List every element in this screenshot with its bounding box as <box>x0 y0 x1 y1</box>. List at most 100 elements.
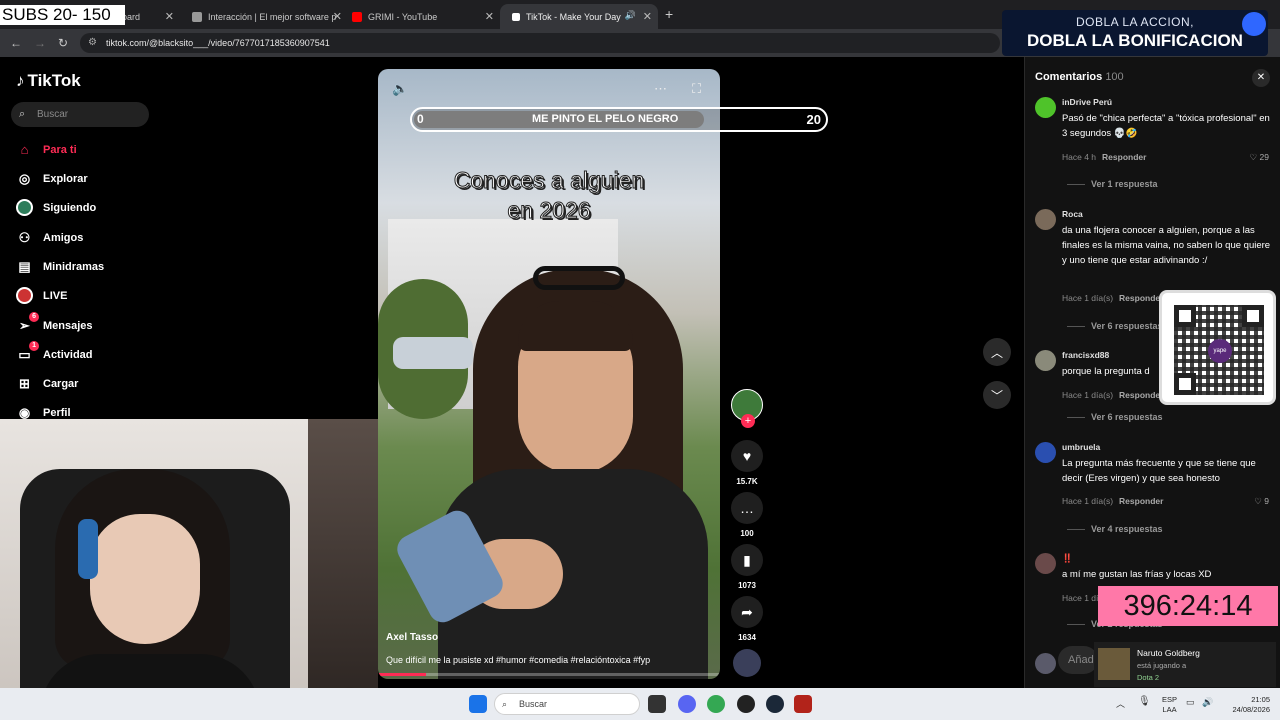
heart-icon[interactable]: ♥ <box>731 440 763 472</box>
network-icon[interactable]: ▭ <box>1186 697 1195 708</box>
chrome-icon[interactable] <box>707 695 725 713</box>
avatar[interactable] <box>1035 209 1056 230</box>
comment-like[interactable]: ♡ 29 <box>1250 152 1269 163</box>
comment-icon[interactable]: … <box>731 492 763 524</box>
tiktok-logo[interactable]: ♪ TikTok <box>16 71 81 91</box>
new-tab-icon[interactable]: + <box>665 6 673 22</box>
comment-user[interactable]: inDrive Perú <box>1062 97 1112 107</box>
comment-user[interactable]: umbruela <box>1062 442 1100 452</box>
close-icon[interactable]: ✕ <box>643 10 652 23</box>
url-input[interactable]: ⚙ tiktok.com/@blacksito___/video/7677017… <box>80 33 1000 53</box>
video-author[interactable]: Axel Tasso <box>386 632 438 643</box>
comment-user[interactable]: ‼️ <box>1062 553 1073 564</box>
goal-low: 0 <box>417 112 424 126</box>
reply-button[interactable]: Responder <box>1102 152 1146 162</box>
video-player[interactable]: 🔈 ⋯ ⛶ Conoces a alguien en 2026 Axel Tas… <box>378 69 720 679</box>
sidebar-item-mensajes[interactable]: ➢ 6 Mensajes <box>16 312 93 334</box>
tab-tiktok[interactable]: TikTok - Make Your Day 🔊 ✕ <box>500 4 658 29</box>
avatar[interactable] <box>1035 350 1056 371</box>
qr-finder <box>1174 305 1196 327</box>
next-video-button[interactable]: ﹀ <box>983 381 1011 409</box>
comment-action[interactable]: … 100 <box>731 492 763 538</box>
taskbar-search[interactable]: ⌕ Buscar <box>494 693 640 715</box>
game-notification[interactable]: Naruto Goldberg está jugando a Dota 2 <box>1094 642 1276 687</box>
more-options-icon[interactable]: ⋯ <box>654 81 667 97</box>
speaker-icon[interactable]: 🔊 <box>625 10 636 21</box>
comment-user[interactable]: Roca <box>1062 209 1083 219</box>
view-replies-button[interactable]: Ver 4 respuestas <box>1067 524 1163 534</box>
follow-plus-icon[interactable]: + <box>741 414 755 428</box>
comment-like[interactable]: ♡ 9 <box>1254 496 1269 507</box>
creator-avatar[interactable]: + <box>731 389 763 428</box>
sidebar-item-cargar[interactable]: ⊞ Cargar <box>16 375 78 392</box>
tab-youtube[interactable]: GRIMI - YouTube ✕ <box>340 4 500 29</box>
avatar[interactable] <box>1035 97 1056 118</box>
reply-button[interactable]: Responder <box>1119 496 1163 506</box>
comments-title: Comentarios 100 <box>1035 71 1124 83</box>
microphone-icon[interactable]: 🎙 <box>1138 696 1151 707</box>
reply-button[interactable]: Responder <box>1119 390 1163 400</box>
comment-item: umbruela La pregunta más frecuente y que… <box>1035 442 1275 542</box>
add-comment-input[interactable]: Añad <box>1058 646 1098 674</box>
subs-goal-overlay: SUBS 20- 150 <box>0 5 125 25</box>
tab-favicon-icon <box>192 11 202 22</box>
reply-button[interactable]: Responder <box>1119 293 1163 303</box>
like-action[interactable]: ♥ 15.7K <box>731 440 763 486</box>
clock-date: 24/08/2026 <box>1232 705 1270 714</box>
avatar[interactable] <box>1035 442 1056 463</box>
close-icon[interactable]: ✕ <box>485 10 494 23</box>
sidebar-item-amigos[interactable]: ⚇ Amigos <box>16 229 84 246</box>
system-clock[interactable]: 21:05 24/08/2026 <box>1226 695 1270 715</box>
sidebar-item-para-ti[interactable]: ⌂ Para ti <box>16 141 77 158</box>
search-input[interactable]: ⌕ Buscar <box>11 102 149 127</box>
comment-time: Hace 1 día(s) <box>1062 293 1114 303</box>
tray-chevron-icon[interactable]: ︿ <box>1116 697 1125 710</box>
comment-meta: Hace 4 h Responder <box>1062 152 1146 162</box>
chevron-up-icon: ︿ <box>990 345 1003 360</box>
sidebar-item-live[interactable]: LIVE <box>16 287 67 304</box>
previous-video-button[interactable]: ︿ <box>983 338 1011 366</box>
volume-icon[interactable]: 🔈 <box>392 81 408 97</box>
volume-icon[interactable]: 🔊 <box>1202 697 1213 708</box>
sidebar-item-actividad[interactable]: ▭ 1 Actividad <box>16 341 93 363</box>
view-replies-button[interactable]: Ver 6 respuestas <box>1067 321 1163 331</box>
comment-count: 100 <box>740 529 754 538</box>
bookmark-icon[interactable]: ▮ <box>731 544 763 576</box>
view-replies-button[interactable]: Ver 1 respuesta <box>1067 179 1158 189</box>
save-action[interactable]: ▮ 1073 <box>731 544 763 590</box>
task-view-icon[interactable] <box>648 695 666 713</box>
share-action[interactable]: ➦ 1634 <box>731 596 763 642</box>
reload-icon[interactable]: ↻ <box>58 36 68 50</box>
language-indicator[interactable]: ESP LAA <box>1162 695 1177 715</box>
sidebar-item-label: Perfil <box>43 406 71 419</box>
discord-icon[interactable] <box>678 695 696 713</box>
site-info-icon[interactable]: ⚙ <box>88 33 97 53</box>
share-icon[interactable]: ➦ <box>731 596 763 628</box>
promo-banner: DOBLA LA ACCION, DOBLA LA BONIFICACION <box>1002 10 1268 56</box>
lang-layout: LAA <box>1162 705 1177 714</box>
music-disc-icon[interactable] <box>733 649 761 677</box>
close-icon[interactable]: ✕ <box>1252 69 1270 87</box>
sidebar-item-minidramas[interactable]: ▤ Minidramas <box>16 258 104 275</box>
view-replies-button[interactable]: Ver 6 respuestas <box>1067 412 1163 422</box>
yape-logo-icon: yape <box>1208 339 1232 363</box>
video-description[interactable]: Que difícil me la pusiste xd #humor #com… <box>386 655 650 665</box>
video-car <box>393 337 473 369</box>
comment-user[interactable]: francisxd88 <box>1062 350 1109 360</box>
sidebar-item-label: Para ti <box>43 143 77 156</box>
send-icon: ➢ 6 <box>16 312 39 334</box>
webcam-shelf <box>308 419 378 720</box>
dota-icon[interactable] <box>794 695 812 713</box>
obs-icon[interactable] <box>737 695 755 713</box>
back-icon[interactable]: ← <box>10 36 22 50</box>
forward-icon[interactable]: → <box>34 36 46 50</box>
fullscreen-icon[interactable]: ⛶ <box>692 81 701 97</box>
windows-start-icon[interactable] <box>469 695 487 713</box>
video-progress-bar[interactable] <box>378 673 720 676</box>
sidebar-item-siguiendo[interactable]: Siguiendo <box>16 199 96 216</box>
tab-interaccion[interactable]: Interacción | El mejor software p ✕ <box>180 4 348 29</box>
steam-icon[interactable] <box>766 695 784 713</box>
avatar[interactable] <box>1035 553 1056 574</box>
close-icon[interactable]: ✕ <box>165 10 174 23</box>
sidebar-item-explorar[interactable]: ◎ Explorar <box>16 170 88 187</box>
